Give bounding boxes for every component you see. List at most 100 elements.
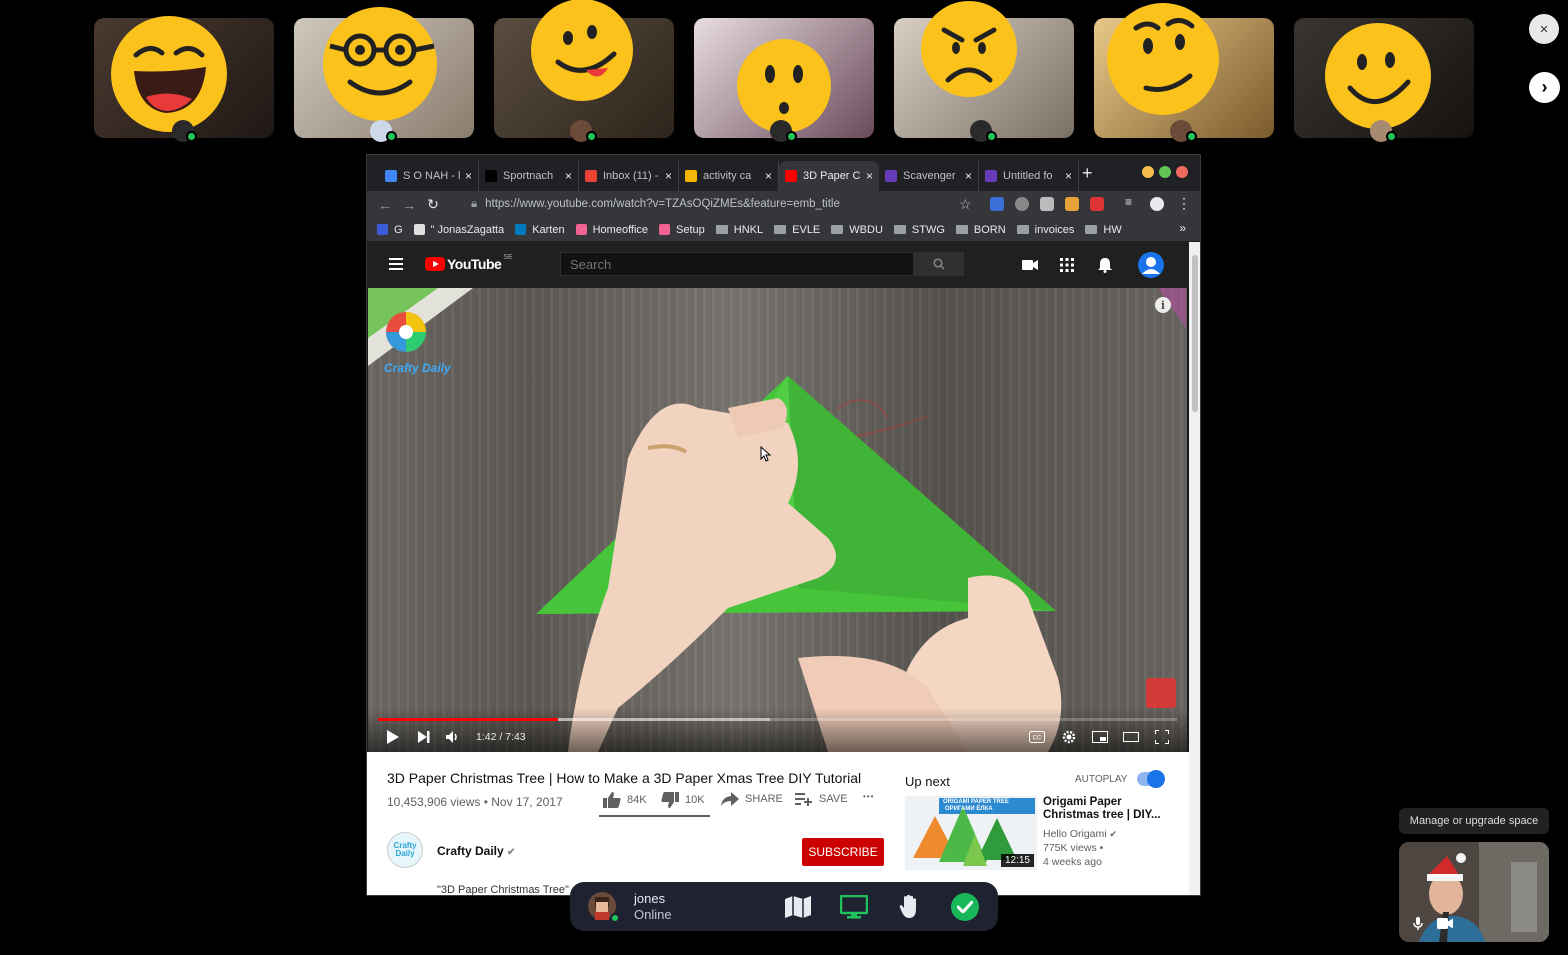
apps-grid-icon[interactable] xyxy=(1057,255,1077,275)
browser-menu-icon[interactable]: ⋮ xyxy=(1177,195,1191,212)
bookmark-item[interactable]: Homeoffice xyxy=(575,224,648,236)
browser-tab[interactable]: S O NAH - l × xyxy=(379,161,479,191)
screen-share-icon[interactable] xyxy=(839,894,869,920)
bookmark-item[interactable]: HW xyxy=(1085,224,1122,236)
browser-tab[interactable]: Sportnach × xyxy=(479,161,579,191)
bookmark-item[interactable]: Karten xyxy=(515,224,565,236)
participant-tile[interactable] xyxy=(694,18,874,142)
browser-tab[interactable]: Untitled fo × xyxy=(979,161,1079,191)
next-video-icon[interactable] xyxy=(413,728,435,746)
theater-mode-icon[interactable] xyxy=(1120,728,1142,746)
extension-icon[interactable] xyxy=(1015,197,1029,211)
folder-icon xyxy=(774,225,787,234)
channel-avatar[interactable]: Crafty Daily xyxy=(387,832,423,868)
browser-tab[interactable]: Scavenger × xyxy=(879,161,979,191)
bookmark-item[interactable]: BORN xyxy=(955,224,1006,236)
next-page-icon[interactable]: › xyxy=(1529,72,1560,103)
participant-tile[interactable] xyxy=(294,7,474,142)
close-window-icon[interactable] xyxy=(1176,166,1188,178)
tab-close-icon[interactable]: × xyxy=(565,169,572,183)
tab-close-icon[interactable]: × xyxy=(866,169,873,183)
tab-close-icon[interactable]: × xyxy=(765,169,772,183)
tab-close-icon[interactable]: × xyxy=(465,169,472,183)
bookmark-item[interactable]: STWG xyxy=(893,224,945,236)
participant-tile[interactable] xyxy=(94,16,274,142)
save-button[interactable]: SAVE xyxy=(795,792,848,806)
settings-gear-icon[interactable] xyxy=(1058,728,1080,746)
video-player[interactable]: Crafty Daily i 1:42 / 7:43 CC xyxy=(368,288,1187,752)
participant-tile[interactable] xyxy=(494,0,674,142)
url-field[interactable]: 🔒︎ https://www.youtube.com/watch?v=TZAsOQ… xyxy=(471,198,840,211)
browser-tab[interactable]: Inbox (11) - × xyxy=(579,161,679,191)
search-input[interactable] xyxy=(560,252,914,276)
bookmark-item[interactable]: " JonasZagatta xyxy=(413,224,504,236)
recommended-channel[interactable]: Hello Origami ✔︎ xyxy=(1043,828,1117,840)
tab-title: Sportnach xyxy=(503,170,554,182)
autoplay-toggle[interactable] xyxy=(1137,770,1165,788)
menu-icon[interactable] xyxy=(389,258,403,270)
dislike-button[interactable]: 10K xyxy=(661,792,705,808)
online-indicator xyxy=(986,131,997,142)
camera-extension-icon[interactable] xyxy=(1040,197,1054,211)
account-avatar[interactable] xyxy=(1138,252,1164,278)
playlist-add-icon xyxy=(795,793,812,806)
participant-tile[interactable] xyxy=(894,1,1074,142)
youtube-logo[interactable]: YouTube SE xyxy=(425,254,513,272)
new-tab-button[interactable]: + xyxy=(1082,163,1093,184)
like-count: 84K xyxy=(627,794,647,806)
participant-tile[interactable] xyxy=(1294,18,1474,142)
browser-tab-active[interactable]: 3D Paper C × xyxy=(779,161,879,191)
extension-icon[interactable] xyxy=(990,197,1004,211)
like-button[interactable]: 84K xyxy=(603,792,647,808)
recommended-video-thumbnail[interactable]: ORIGAMI PAPER TREE ОРИГАМИ ЁЛКА 12:15 xyxy=(905,796,1037,870)
browser-tab[interactable]: activity ca × xyxy=(679,161,779,191)
bookmark-item[interactable]: Setup xyxy=(659,224,705,236)
share-button[interactable]: SHARE xyxy=(721,792,783,806)
create-video-icon[interactable] xyxy=(1020,255,1040,275)
raise-hand-icon[interactable] xyxy=(895,894,925,920)
volume-icon[interactable] xyxy=(442,728,464,746)
extension-icon[interactable] xyxy=(1090,197,1104,211)
map-icon[interactable] xyxy=(783,894,813,920)
bookmark-item[interactable]: invoices xyxy=(1016,224,1074,236)
microphone-icon[interactable] xyxy=(1413,917,1423,936)
notifications-bell-icon[interactable] xyxy=(1095,255,1115,275)
manage-space-button[interactable]: Manage or upgrade space xyxy=(1399,808,1549,834)
reload-icon[interactable]: ↻ xyxy=(421,196,445,213)
back-arrow-icon[interactable]: ← xyxy=(373,197,397,213)
bookmark-item[interactable]: EVLE xyxy=(774,224,820,236)
info-icon[interactable]: i xyxy=(1155,297,1171,313)
status-check-icon[interactable] xyxy=(951,893,979,921)
tab-close-icon[interactable]: × xyxy=(1065,169,1072,183)
extension-icon[interactable] xyxy=(1065,197,1079,211)
channel-watermark[interactable]: Crafty Daily xyxy=(384,310,451,375)
participant-tile[interactable] xyxy=(1094,3,1274,142)
subscribe-watermark-icon[interactable] xyxy=(1146,678,1176,708)
maximize-window-icon[interactable] xyxy=(1159,166,1171,178)
subtitles-icon[interactable]: CC xyxy=(1026,728,1048,746)
profile-icon[interactable] xyxy=(1150,197,1164,211)
more-actions-icon[interactable]: ••• xyxy=(863,792,874,801)
bookmark-item[interactable]: WBDU xyxy=(831,224,883,236)
miniplayer-icon[interactable] xyxy=(1089,728,1111,746)
tab-close-icon[interactable]: × xyxy=(965,169,972,183)
page-scrollbar-thumb[interactable] xyxy=(1192,255,1198,412)
minimize-window-icon[interactable] xyxy=(1142,166,1154,178)
fullscreen-icon[interactable] xyxy=(1151,728,1173,746)
recommended-video-title[interactable]: Origami Paper Christmas tree | DIY... xyxy=(1043,796,1163,822)
play-icon[interactable] xyxy=(382,728,404,746)
channel-name[interactable]: Crafty Daily ✔︎ xyxy=(437,844,515,858)
bookmark-label: Setup xyxy=(676,223,705,236)
camera-icon[interactable] xyxy=(1437,916,1453,934)
search-button[interactable] xyxy=(914,252,964,276)
media-queue-icon[interactable]: ≡ xyxy=(1125,195,1139,209)
tab-close-icon[interactable]: × xyxy=(665,169,672,183)
bookmark-item[interactable]: HNKL xyxy=(715,224,763,236)
bookmark-star-icon[interactable]: ☆ xyxy=(959,196,972,213)
close-icon[interactable]: × xyxy=(1529,14,1559,44)
bookmarks-overflow-icon[interactable]: » xyxy=(1179,221,1186,235)
bookmark-item[interactable]: G xyxy=(377,224,403,236)
progress-bar[interactable] xyxy=(378,718,1177,721)
forward-arrow-icon[interactable]: → xyxy=(397,197,421,213)
subscribe-button[interactable]: SUBSCRIBE xyxy=(802,838,884,866)
